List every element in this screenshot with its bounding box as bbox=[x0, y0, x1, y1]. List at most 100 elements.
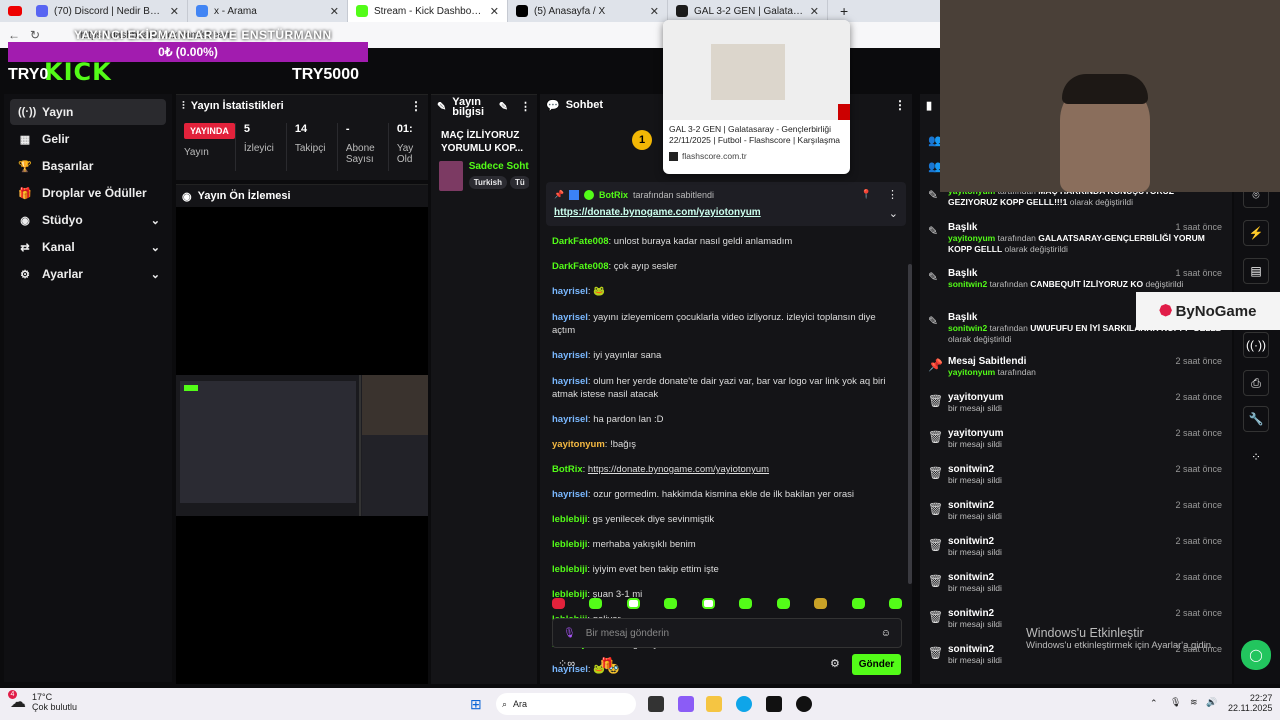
category-name[interactable]: Sadece Soht bbox=[469, 161, 529, 172]
activity-user: yayitonyum bbox=[948, 367, 996, 377]
task-view-icon[interactable] bbox=[648, 696, 664, 712]
activity-item: 📌 Mesaj Sabitlendi 2 saat önce yayitonyum t… bbox=[920, 356, 1232, 378]
copilot-icon[interactable] bbox=[678, 696, 694, 712]
emote-icon[interactable] bbox=[814, 598, 828, 609]
emote-icon[interactable] bbox=[589, 598, 603, 609]
close-icon[interactable]: ✕ bbox=[170, 5, 179, 18]
emote-icon[interactable] bbox=[664, 598, 678, 609]
pinned-link[interactable]: https://donate.bynogame.com/yayiotonyum bbox=[554, 207, 761, 220]
activity-heading: Başlık 1 saat önce bbox=[948, 222, 1222, 233]
microphone-icon[interactable]: 🎙 bbox=[563, 628, 576, 639]
tag[interactable]: Tü bbox=[510, 176, 529, 189]
wifi-icon[interactable]: ≋ bbox=[1190, 697, 1198, 708]
chat-username[interactable]: hayrisel bbox=[552, 350, 588, 361]
gift-box-icon[interactable]: 🎁 bbox=[600, 657, 614, 670]
chat-username[interactable]: hayrisel bbox=[552, 489, 588, 500]
emote-icon[interactable] bbox=[776, 598, 790, 609]
chat-username[interactable]: leblebiji bbox=[552, 564, 587, 575]
microphone-icon[interactable]: 🎙 bbox=[1170, 697, 1181, 708]
close-icon[interactable]: ✕ bbox=[330, 5, 339, 18]
activity-tail: olarak değiştirildi bbox=[948, 334, 1012, 344]
explorer-icon[interactable] bbox=[706, 696, 722, 712]
chat-username[interactable]: hayrisel bbox=[552, 376, 588, 387]
pinned-user[interactable]: BotRix bbox=[599, 190, 628, 200]
unpin-icon[interactable]: 📍 bbox=[861, 189, 872, 200]
send-button[interactable]: Gönder bbox=[852, 654, 901, 675]
edge-icon[interactable] bbox=[736, 696, 752, 712]
close-icon[interactable]: ✕ bbox=[810, 5, 819, 18]
tab-flashscore[interactable]: GAL 3-2 GEN | Galatasaray - Genç ✕ bbox=[668, 0, 828, 22]
edit-icon[interactable]: ✎ bbox=[499, 102, 508, 113]
emoji-icon[interactable]: ☺ bbox=[881, 628, 891, 639]
more-options-icon[interactable]: ⋮ bbox=[894, 98, 906, 112]
preview-webcam-thumb bbox=[362, 375, 428, 435]
chevron-down-icon[interactable]: ⌄ bbox=[889, 207, 898, 220]
chat-username[interactable]: BotRix bbox=[552, 464, 583, 475]
printer-icon[interactable]: ⎙ bbox=[1243, 370, 1269, 396]
tab-search[interactable]: x - Arama ✕ bbox=[188, 0, 348, 22]
emote-icon[interactable] bbox=[626, 598, 640, 609]
chat-username[interactable]: hayrisel bbox=[552, 286, 588, 297]
chat-bubble-icon[interactable]: ◯ bbox=[1241, 640, 1271, 670]
activity-action: bir mesajı sildi bbox=[948, 619, 1002, 629]
chevron-up-icon[interactable]: ⌃ bbox=[1150, 698, 1158, 709]
more-options-icon[interactable]: ⋮ bbox=[410, 99, 422, 113]
tab-discord[interactable]: (70) Discord | Nedir Bu Oglin ✕ bbox=[28, 0, 188, 22]
emote-icon[interactable] bbox=[701, 598, 715, 609]
steam-icon[interactable] bbox=[796, 696, 812, 712]
close-icon[interactable]: ✕ bbox=[650, 5, 659, 18]
chat-text: unlost buraya kadar nasıl geldi anlamadı… bbox=[613, 236, 793, 247]
emote-icon[interactable] bbox=[851, 598, 865, 609]
tab-x[interactable]: (5) Anasayfa / X ✕ bbox=[508, 0, 668, 22]
terminal-icon[interactable] bbox=[766, 696, 782, 712]
chat-username[interactable]: leblebiji bbox=[552, 539, 587, 550]
more-options-icon[interactable]: ⋮ bbox=[520, 102, 531, 113]
wrench-icon[interactable]: 🔧 bbox=[1243, 406, 1269, 432]
chat-icon: 💬 bbox=[546, 99, 560, 112]
kick-logo[interactable]: KICK bbox=[44, 58, 112, 86]
chat-username[interactable]: hayrisel bbox=[552, 414, 588, 425]
close-icon[interactable]: ✕ bbox=[490, 5, 499, 18]
new-tab-button[interactable]: + bbox=[840, 3, 848, 19]
chat-settings-icon[interactable]: ⚙ bbox=[830, 657, 840, 670]
chat-text: yayını izleyemicem çocuklarla video izli… bbox=[552, 312, 876, 336]
sidebar-item-droplar[interactable]: 🎁 Droplar ve Ödüller bbox=[10, 180, 166, 206]
chat-scrollbar[interactable] bbox=[908, 264, 912, 584]
weather-widget[interactable]: ☁ 4 17°C Çok bulutlu bbox=[8, 690, 77, 712]
chat-message: hayrisel: yayını izleyemicem çocuklarla … bbox=[540, 307, 912, 340]
emote-icon[interactable] bbox=[552, 598, 565, 609]
chat-username[interactable]: yayitonyum bbox=[552, 439, 605, 450]
chat-text[interactable]: https://donate.bynogame.com/yayiotonyum bbox=[588, 464, 769, 475]
chat-username[interactable]: DarkFate008 bbox=[552, 261, 609, 272]
broadcast-icon[interactable]: ((·)) bbox=[1243, 332, 1269, 358]
activity-user: sonitwin2 bbox=[948, 279, 988, 289]
more-options-icon[interactable]: ⋮ bbox=[887, 188, 898, 201]
chat-username[interactable]: hayrisel bbox=[552, 312, 588, 323]
sidebar-item-yayin[interactable]: ((·)) Yayın bbox=[10, 99, 166, 125]
stream-info-panel: ✎ Yayın bilgisi ✎ ⋮ MAÇ İZLİYORUZ YORUML… bbox=[431, 94, 537, 684]
sidebar-item-gelir[interactable]: ▦ Gelir bbox=[10, 126, 166, 152]
start-icon[interactable]: ⊞ bbox=[470, 696, 482, 713]
points-icon[interactable]: ⁘∞ bbox=[558, 657, 575, 670]
emote-icon[interactable] bbox=[888, 598, 902, 609]
stream-preview-video[interactable] bbox=[176, 375, 428, 516]
chat-username[interactable]: leblebiji bbox=[552, 514, 587, 525]
document-icon[interactable]: ▤ bbox=[1243, 258, 1269, 284]
emote-icon[interactable] bbox=[739, 598, 753, 609]
tab-kick-dashboard[interactable]: Stream - Kick Dashboard ✕ bbox=[348, 0, 508, 22]
chat-input[interactable]: 🎙 Bir mesaj gönderin ☺ bbox=[552, 618, 902, 648]
youtube-icon[interactable] bbox=[8, 6, 22, 16]
chat-username[interactable]: DarkFate008 bbox=[552, 236, 609, 247]
tab-hover-preview: GAL 3-2 GEN | Galatasaray - Gençlerbirli… bbox=[663, 20, 850, 174]
tag[interactable]: Turkish bbox=[468, 176, 507, 189]
clock[interactable]: 22:27 22.11.2025 bbox=[1228, 693, 1272, 713]
chat-message: leblebiji: iyiyim evet ben takip ettim i… bbox=[540, 560, 912, 579]
sidebar-item-kanal[interactable]: ⇄ Kanal ⌄ bbox=[10, 234, 166, 260]
apps-icon[interactable]: ⁘ bbox=[1243, 444, 1269, 470]
sidebar-item-ayarlar[interactable]: ⚙ Ayarlar ⌄ bbox=[10, 261, 166, 287]
taskbar-search[interactable]: ⌕ Ara bbox=[496, 693, 636, 715]
volume-icon[interactable]: 🔊 bbox=[1206, 697, 1217, 708]
sidebar-item-basarilar[interactable]: 🏆 Başarılar bbox=[10, 153, 166, 179]
lightning-icon[interactable]: ⚡ bbox=[1243, 220, 1269, 246]
sidebar-item-studyo[interactable]: ◉ Stüdyo ⌄ bbox=[10, 207, 166, 233]
